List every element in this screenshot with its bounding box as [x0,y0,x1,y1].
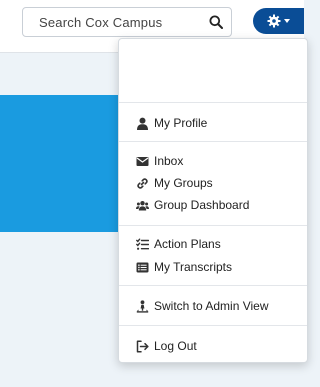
settings-dropdown-menu: My Profile Inbox My Groups Group Dashboa… [118,38,308,363]
admin-user-icon [136,300,149,313]
checklist-icon [136,238,149,250]
menu-item-group-dashboard[interactable]: Group Dashboard [119,195,307,215]
menu-item-my-profile[interactable]: My Profile [119,113,307,133]
menu-item-my-groups[interactable]: My Groups [119,173,307,193]
menu-item-label: Action Plans [154,237,221,251]
menu-item-switch-to-admin-view[interactable]: Switch to Admin View [119,296,307,316]
menu-item-my-transcripts[interactable]: My Transcripts [119,257,307,277]
menu-item-action-plans[interactable]: Action Plans [119,234,307,254]
menu-item-label: Switch to Admin View [154,299,269,313]
menu-divider [119,225,307,226]
search-input[interactable]: Search Cox Campus [22,7,232,37]
user-icon [137,117,148,130]
menu-item-label: Log Out [154,339,197,353]
settings-menu-button[interactable] [253,8,304,34]
list-alt-icon [136,262,149,273]
gear-icon [267,14,281,28]
menu-item-label: My Groups [154,176,213,190]
link-icon [137,178,148,189]
menu-divider [119,102,307,103]
menu-divider [119,325,307,326]
menu-item-label: My Profile [154,116,208,130]
sign-out-icon [136,340,149,353]
search-placeholder: Search Cox Campus [39,15,163,30]
envelope-icon [136,157,149,166]
menu-divider [119,285,307,286]
search-icon[interactable] [209,15,223,29]
menu-divider [119,141,307,142]
menu-item-label: My Transcripts [154,260,233,274]
menu-item-log-out[interactable]: Log Out [119,336,307,356]
menu-item-label: Inbox [154,154,184,168]
menu-item-inbox[interactable]: Inbox [119,151,307,171]
chevron-down-icon [284,19,290,23]
users-icon [136,201,149,211]
menu-item-label: Group Dashboard [154,198,250,212]
